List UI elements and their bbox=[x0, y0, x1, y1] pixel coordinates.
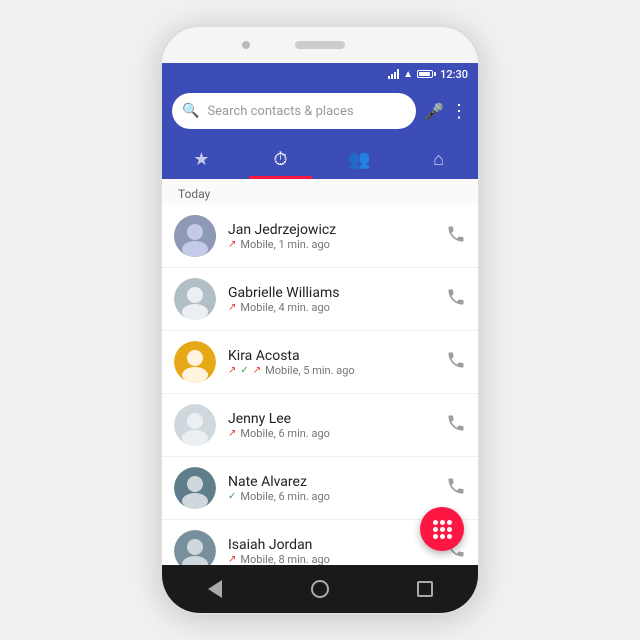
status-bar: ▲ 12:30 bbox=[162, 63, 478, 85]
checkmark-icon: ✓ bbox=[240, 365, 248, 376]
contact-info: Jenny Lee ↗ Mobile, 6 min. ago bbox=[228, 411, 434, 440]
back-icon bbox=[208, 580, 222, 598]
nav-back-button[interactable] bbox=[201, 575, 229, 603]
contact-name: Gabrielle Williams bbox=[228, 285, 434, 301]
tab-recents[interactable]: ⏱ bbox=[241, 139, 320, 179]
mic-icon[interactable]: 🎤 bbox=[424, 102, 444, 121]
tab-contacts[interactable]: 👥 bbox=[320, 139, 399, 179]
search-icon: 🔍 bbox=[182, 103, 199, 119]
phone-top-hardware bbox=[162, 27, 478, 63]
contact-detail: ↗ Mobile, 4 min. ago bbox=[228, 301, 434, 314]
list-item[interactable]: Jenny Lee ↗ Mobile, 6 min. ago bbox=[162, 394, 478, 457]
favorites-icon: ★ bbox=[193, 149, 209, 170]
home-icon bbox=[311, 580, 329, 598]
list-item[interactable]: Gabrielle Williams ↗ Mobile, 4 min. ago bbox=[162, 268, 478, 331]
avatar bbox=[174, 467, 216, 509]
search-input-container[interactable]: 🔍 Search contacts & places bbox=[172, 93, 416, 129]
section-header-today: Today bbox=[162, 179, 478, 205]
status-time: 12:30 bbox=[440, 68, 468, 81]
contact-detail: ✓ Mobile, 6 min. ago bbox=[228, 490, 434, 503]
battery-icon bbox=[417, 70, 436, 78]
call-direction-icon: ↗ bbox=[228, 302, 236, 313]
call-icon[interactable] bbox=[446, 287, 466, 312]
avatar bbox=[174, 341, 216, 383]
recents-nav-icon bbox=[417, 581, 433, 597]
phone-screen: ▲ 12:30 🔍 Search contacts & places 🎤 ⋮ ★ bbox=[162, 63, 478, 565]
voicemail-icon: ⌂ bbox=[433, 149, 444, 170]
contact-name: Isaiah Jordan bbox=[228, 537, 434, 553]
signal-strength-icon bbox=[388, 69, 399, 79]
avatar bbox=[174, 278, 216, 320]
contact-detail: ↗ ✓ ↗ Mobile, 5 min. ago bbox=[228, 364, 434, 377]
call-direction-icon: ↗ bbox=[228, 239, 236, 250]
contact-info: Nate Alvarez ✓ Mobile, 6 min. ago bbox=[228, 474, 434, 503]
call-icon[interactable] bbox=[446, 350, 466, 375]
contacts-icon: 👥 bbox=[348, 149, 370, 170]
tab-favorites[interactable]: ★ bbox=[162, 139, 241, 179]
search-bar: 🔍 Search contacts & places 🎤 ⋮ bbox=[162, 85, 478, 139]
content-area: Today Jan Jedrzejowicz ↗ Mobile, 1 min. … bbox=[162, 179, 478, 565]
call-direction-icon: ↗ bbox=[228, 365, 236, 376]
wifi-icon: ▲ bbox=[403, 69, 413, 80]
recents-icon: ⏱ bbox=[273, 149, 287, 170]
contact-name: Jenny Lee bbox=[228, 411, 434, 427]
phone-frame: ▲ 12:30 🔍 Search contacts & places 🎤 ⋮ ★ bbox=[160, 25, 480, 615]
list-item[interactable]: Jan Jedrzejowicz ↗ Mobile, 1 min. ago bbox=[162, 205, 478, 268]
call-direction-icon: ↗ bbox=[228, 428, 236, 439]
contact-detail: ↗ Mobile, 1 min. ago bbox=[228, 238, 434, 251]
contact-name: Jan Jedrzejowicz bbox=[228, 222, 434, 238]
avatar bbox=[174, 530, 216, 565]
contact-name: Kira Acosta bbox=[228, 348, 434, 364]
dialpad-icon bbox=[433, 520, 452, 539]
call-direction-icon-2: ↗ bbox=[253, 365, 261, 376]
call-icon[interactable] bbox=[446, 413, 466, 438]
more-options-icon[interactable]: ⋮ bbox=[450, 101, 468, 122]
contact-info: Jan Jedrzejowicz ↗ Mobile, 1 min. ago bbox=[228, 222, 434, 251]
call-icon[interactable] bbox=[446, 476, 466, 501]
contact-detail: ↗ Mobile, 6 min. ago bbox=[228, 427, 434, 440]
tabs-bar: ★ ⏱ 👥 ⌂ bbox=[162, 139, 478, 179]
contact-name: Nate Alvarez bbox=[228, 474, 434, 490]
earpiece-speaker bbox=[295, 41, 345, 49]
contact-info: Kira Acosta ↗ ✓ ↗ Mobile, 5 min. ago bbox=[228, 348, 434, 377]
front-camera bbox=[242, 41, 250, 49]
list-item[interactable]: Kira Acosta ↗ ✓ ↗ Mobile, 5 min. ago bbox=[162, 331, 478, 394]
search-input[interactable]: Search contacts & places bbox=[207, 104, 406, 119]
contact-detail: ↗ Mobile, 8 min. ago bbox=[228, 553, 434, 566]
dialpad-fab[interactable] bbox=[420, 507, 464, 551]
tab-voicemail[interactable]: ⌂ bbox=[399, 139, 478, 179]
nav-recents-button[interactable] bbox=[411, 575, 439, 603]
call-direction-icon: ↗ bbox=[228, 554, 236, 565]
nav-home-button[interactable] bbox=[306, 575, 334, 603]
phone-nav-bar bbox=[162, 565, 478, 613]
call-icon[interactable] bbox=[446, 224, 466, 249]
contact-info: Isaiah Jordan ↗ Mobile, 8 min. ago bbox=[228, 537, 434, 566]
avatar bbox=[174, 404, 216, 446]
contact-info: Gabrielle Williams ↗ Mobile, 4 min. ago bbox=[228, 285, 434, 314]
checkmark-icon: ✓ bbox=[228, 491, 236, 502]
avatar bbox=[174, 215, 216, 257]
